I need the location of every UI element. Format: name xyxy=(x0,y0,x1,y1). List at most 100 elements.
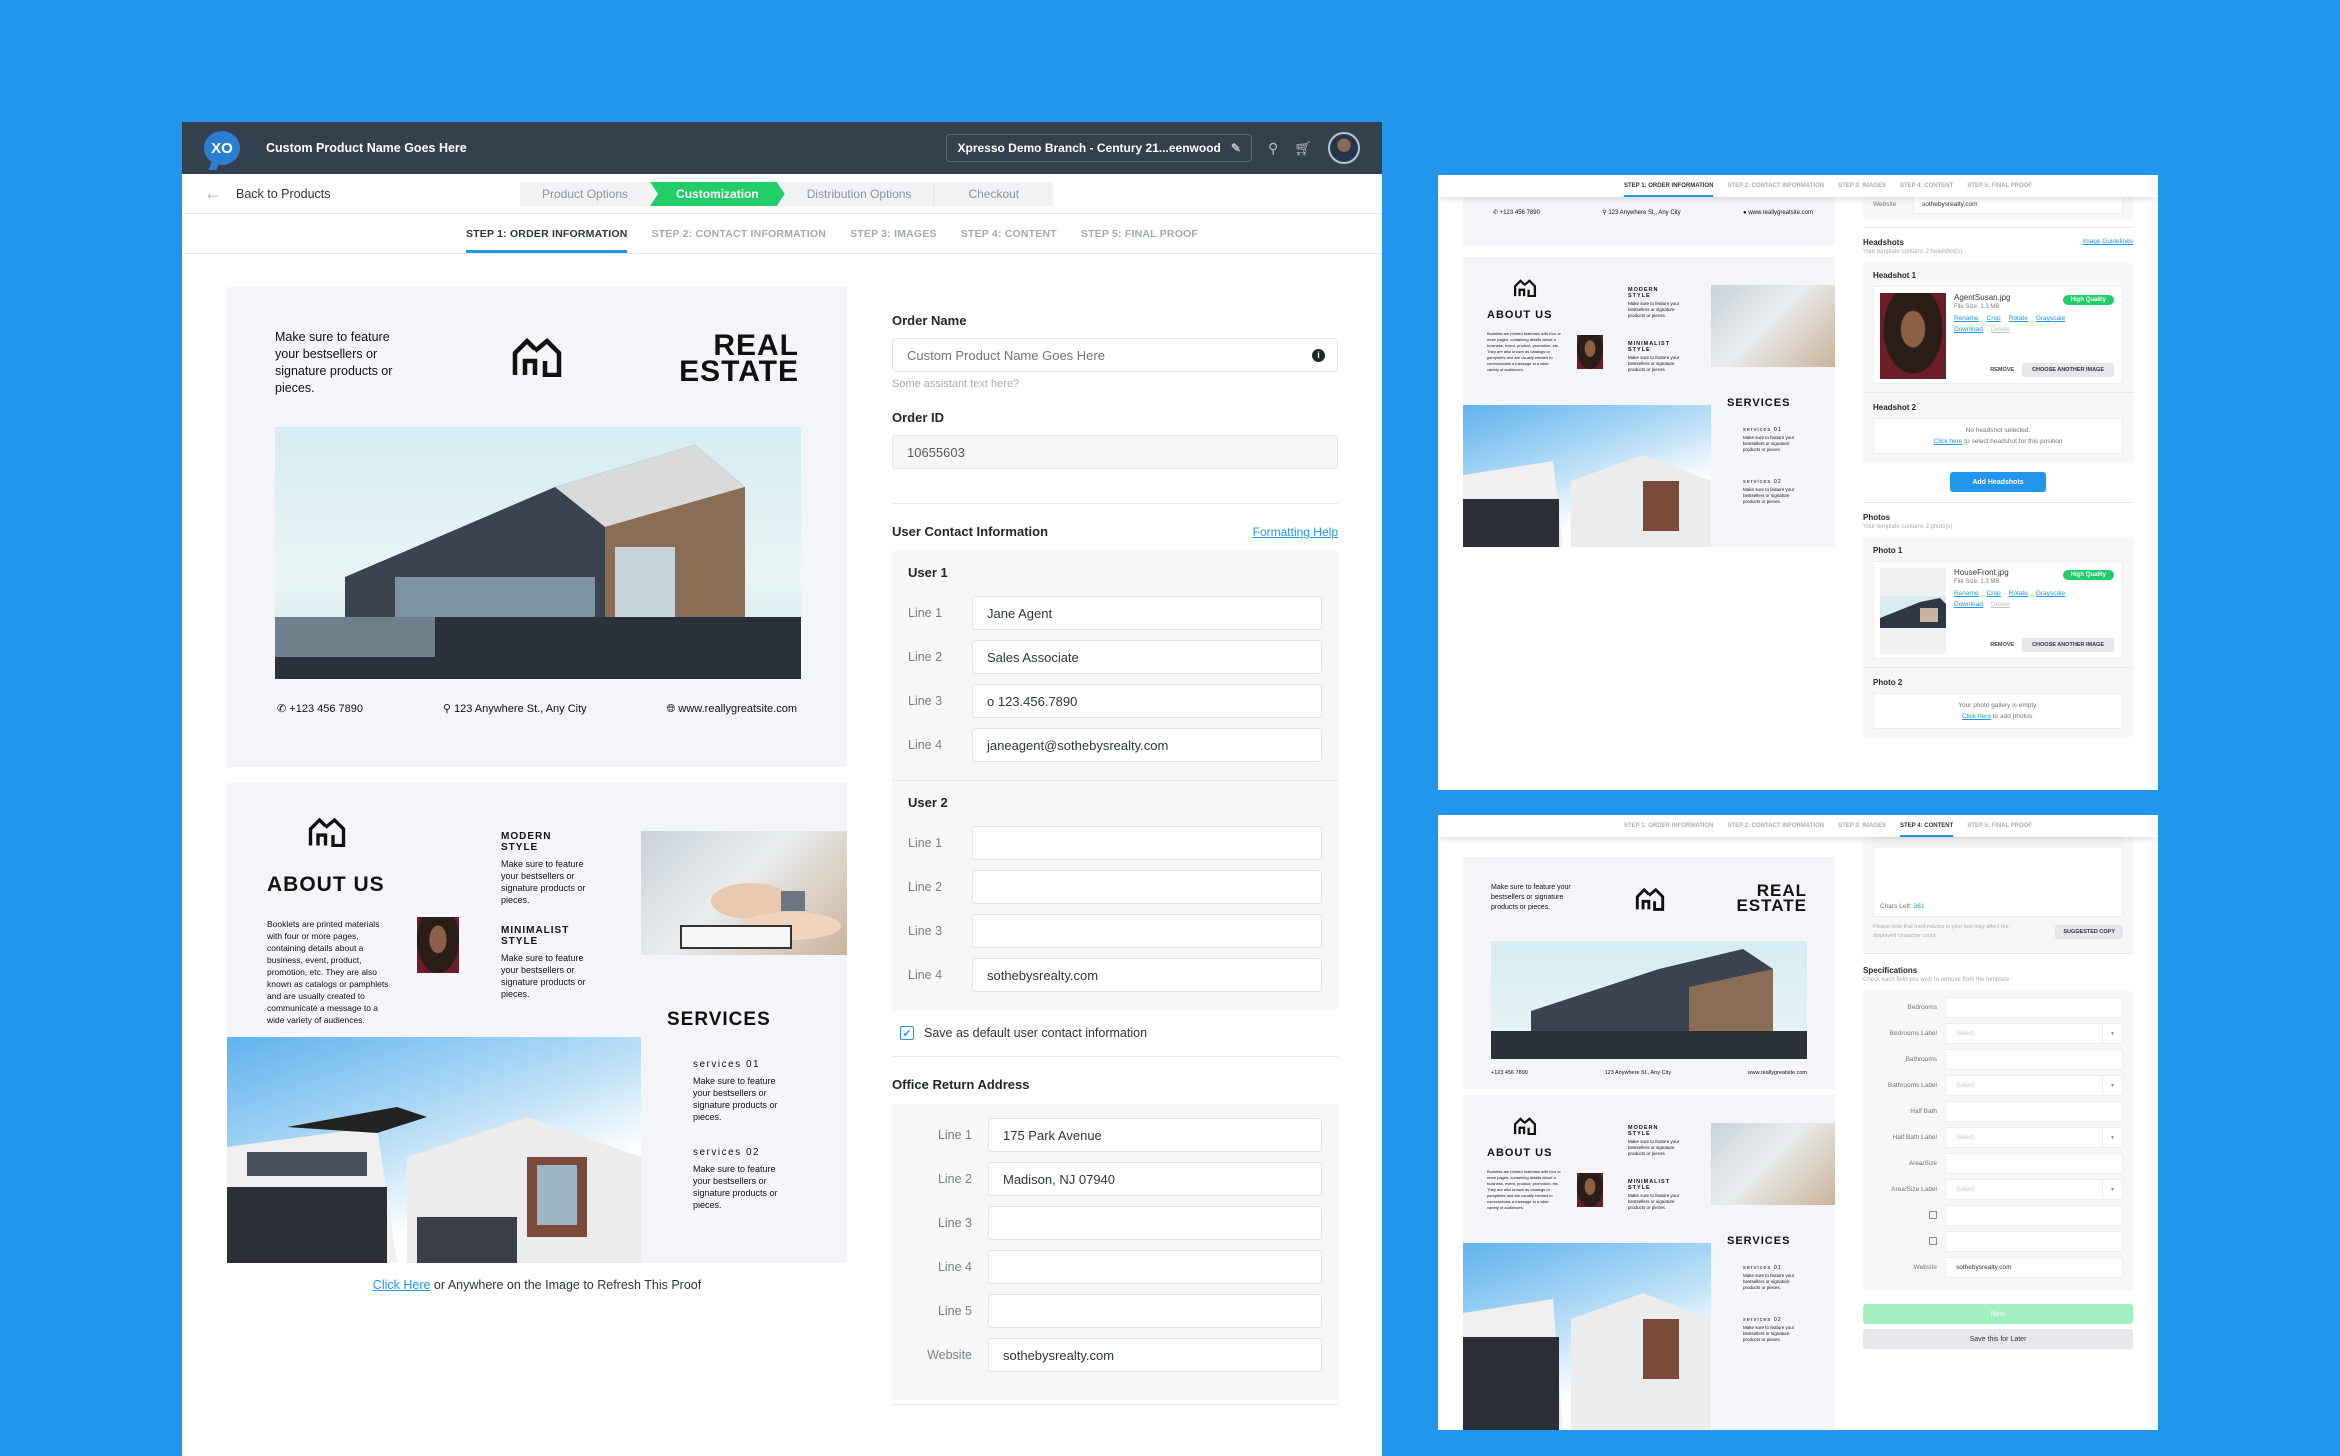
spec-row-bathrooms-label: Bathrooms Label Select ▼ xyxy=(1873,1075,2123,1096)
mini-tab-step-5[interactable]: STEP 5: FINAL PROOF xyxy=(1967,175,2032,197)
save-default-checkbox[interactable]: ✓ xyxy=(900,1026,914,1040)
user-1-line-4-input[interactable]: janeagent@sothebysrealty.com xyxy=(972,728,1322,762)
crop-link[interactable]: Crop xyxy=(1987,590,2001,597)
divider xyxy=(1863,953,2133,954)
add-headshots-button[interactable]: Add Headshots xyxy=(1950,472,2046,492)
field-label: Line 2 xyxy=(908,650,943,664)
office-line-4-input[interactable] xyxy=(988,1250,1322,1284)
headshots-title: Headshots xyxy=(1863,238,1904,247)
brochure-front-page[interactable]: Make sure to feature your bestsellers or… xyxy=(227,287,847,767)
rename-link[interactable]: Rename xyxy=(1954,590,1979,597)
mini-tab-step-2[interactable]: STEP 2: CONTACT INFORMATION xyxy=(1727,175,1824,197)
mini-tab-step-4[interactable]: STEP 4: CONTENT xyxy=(1900,175,1953,197)
select-headshot-link[interactable]: Click here xyxy=(1934,438,1963,445)
chevron-down-icon: ▼ xyxy=(2102,1180,2122,1199)
crumb-checkout[interactable]: Checkout xyxy=(933,182,1053,206)
mini-tab-step-2[interactable]: STEP 2: CONTACT INFORMATION xyxy=(1727,815,1824,837)
user-2-group: User 2 Line 1 Line 2 Line 3 Line 4 sotheb… xyxy=(892,781,1338,1010)
office-line-3-input[interactable] xyxy=(988,1206,1322,1240)
xo-logo[interactable]: XO xyxy=(204,131,240,165)
user-2-line-1-input[interactable] xyxy=(972,826,1322,860)
tab-step-1[interactable]: STEP 1: ORDER INFORMATION xyxy=(465,214,628,253)
user-2-line-3-input[interactable] xyxy=(972,914,1322,948)
brochure-inner-page[interactable]: ABOUT US Booklets are printed materials … xyxy=(227,783,847,1263)
crumb-customization[interactable]: Customization xyxy=(650,182,785,206)
rich-text-editor[interactable]: Chars Left: 361 xyxy=(1873,837,2123,917)
grayscale-link[interactable]: Grayscale xyxy=(2036,315,2065,322)
remove-button[interactable]: REMOVE xyxy=(1990,642,2014,648)
search-icon[interactable]: ⚲ xyxy=(1268,140,1278,157)
office-website-input[interactable]: sothebysrealty.com xyxy=(988,1338,1322,1372)
mini-tab-step-1[interactable]: STEP 1: ORDER INFORMATION xyxy=(1623,175,1714,197)
tab-step-4[interactable]: STEP 4: CONTENT xyxy=(961,214,1057,253)
office-line-2-input[interactable]: Madison, NJ 07940 xyxy=(988,1162,1322,1196)
rotate-link[interactable]: Rotate xyxy=(2009,590,2028,597)
modern-house-photo xyxy=(275,427,801,679)
refresh-proof-link[interactable]: Click Here xyxy=(373,1278,431,1292)
user-1-line-1-input[interactable]: Jane Agent xyxy=(972,596,1322,630)
back-to-products-link[interactable]: ← Back to Products xyxy=(204,183,331,204)
spec-label: Area/Size Label xyxy=(1891,1186,1937,1193)
mini-website-input[interactable]: sothebysrealty.com xyxy=(1913,194,2123,214)
custom-field-1-input[interactable] xyxy=(1945,1205,2123,1226)
select-placeholder: Select xyxy=(1956,1134,1975,1141)
branch-selector[interactable]: Xpresso Demo Branch - Century 21...eenwo… xyxy=(946,134,1252,162)
add-photos-link[interactable]: Click here xyxy=(1962,713,1991,720)
crumb-product-options[interactable]: Product Options xyxy=(520,182,650,206)
next-button[interactable]: Next xyxy=(1863,1304,2133,1324)
info-icon[interactable]: i xyxy=(1312,348,1325,362)
cart-icon[interactable]: 🛒︎ xyxy=(1294,140,1312,157)
user-1-line-3-input[interactable]: o 123.456.7890 xyxy=(972,684,1322,718)
area-size-label-select[interactable]: Select ▼ xyxy=(1945,1179,2123,1200)
download-link[interactable]: Download xyxy=(1954,326,1983,333)
tab-step-2[interactable]: STEP 2: CONTACT INFORMATION xyxy=(651,214,826,253)
bedrooms-label-select[interactable]: Select ▼ xyxy=(1945,1023,2123,1044)
user-1-line-3-row: Line 3 o 123.456.7890 xyxy=(908,684,1322,718)
half-bath-input[interactable] xyxy=(1945,1101,2123,1122)
custom-field-checkbox[interactable] xyxy=(1929,1236,1937,1245)
delete-link: Delete xyxy=(1990,601,2010,608)
bathrooms-input[interactable] xyxy=(1945,1049,2123,1070)
office-line-5-input[interactable] xyxy=(988,1294,1322,1328)
crop-link[interactable]: Crop xyxy=(1987,315,2001,322)
user-2-line-2-input[interactable] xyxy=(972,870,1322,904)
formatting-help-link[interactable]: Formatting Help xyxy=(1253,525,1338,539)
half-bath-label-select[interactable]: Select ▼ xyxy=(1945,1127,2123,1148)
product-name: Custom Product Name Goes Here xyxy=(266,141,467,155)
spec-row-bathrooms: Bathrooms xyxy=(1873,1049,2123,1070)
mini-tab-step-3[interactable]: STEP 3: IMAGES xyxy=(1838,175,1886,197)
bathrooms-label-select[interactable]: Select ▼ xyxy=(1945,1075,2123,1096)
grayscale-link[interactable]: Grayscale xyxy=(2036,590,2065,597)
save-default-checkbox-row[interactable]: ✓ Save as default user contact informati… xyxy=(900,1026,1338,1040)
crumb-distribution-options[interactable]: Distribution Options xyxy=(785,182,934,206)
image-guidelines-link[interactable]: Image Guidelines xyxy=(2082,238,2133,247)
mini-tab-step-1[interactable]: STEP 1: ORDER INFORMATION xyxy=(1624,815,1713,837)
choose-another-image-button[interactable]: CHOOSE ANOTHER IMAGE xyxy=(2022,638,2114,652)
order-name-input[interactable]: Custom Product Name Goes Here i xyxy=(892,338,1338,372)
office-line-1-input[interactable]: 175 Park Avenue xyxy=(988,1118,1322,1152)
user-2-line-4-input[interactable]: sothebysrealty.com xyxy=(972,958,1322,992)
custom-field-checkbox[interactable] xyxy=(1929,1210,1937,1219)
rename-link[interactable]: Rename xyxy=(1954,315,1979,322)
custom-field-2-input[interactable] xyxy=(1945,1231,2123,1252)
choose-another-image-button[interactable]: CHOOSE ANOTHER IMAGE xyxy=(2022,363,2114,377)
download-link[interactable]: Download xyxy=(1954,601,1983,608)
mini-tab-step-3[interactable]: STEP 3: IMAGES xyxy=(1838,815,1886,837)
save-for-later-button[interactable]: Save this for Later xyxy=(1863,1329,2133,1349)
spec-website-input[interactable]: sothebysrealty.com xyxy=(1945,1257,2123,1278)
user-avatar[interactable] xyxy=(1328,132,1360,164)
suggested-copy-button[interactable]: SUGGESTED COPY xyxy=(2055,925,2123,939)
custom-checkbox-cell xyxy=(1873,1236,1945,1247)
bedrooms-input[interactable] xyxy=(1945,997,2123,1018)
field-label: Line 3 xyxy=(908,924,943,938)
mini-service-2-text: Make sure to feature your bestsellers or… xyxy=(1743,487,1795,504)
tab-step-3[interactable]: STEP 3: IMAGES xyxy=(850,214,937,253)
rotate-link[interactable]: Rotate xyxy=(2009,315,2028,322)
mini-tab-step-4[interactable]: STEP 4: CONTENT xyxy=(1900,815,1954,837)
mini-tab-step-5[interactable]: STEP 5: FINAL PROOF xyxy=(1967,815,2032,837)
tab-step-5[interactable]: STEP 5: FINAL PROOF xyxy=(1081,214,1198,253)
proof-preview[interactable]: Make sure to feature your bestsellers or… xyxy=(227,287,847,1263)
remove-button[interactable]: REMOVE xyxy=(1990,367,2014,373)
user-1-line-2-input[interactable]: Sales Associate xyxy=(972,640,1322,674)
area-size-input[interactable] xyxy=(1945,1153,2123,1174)
